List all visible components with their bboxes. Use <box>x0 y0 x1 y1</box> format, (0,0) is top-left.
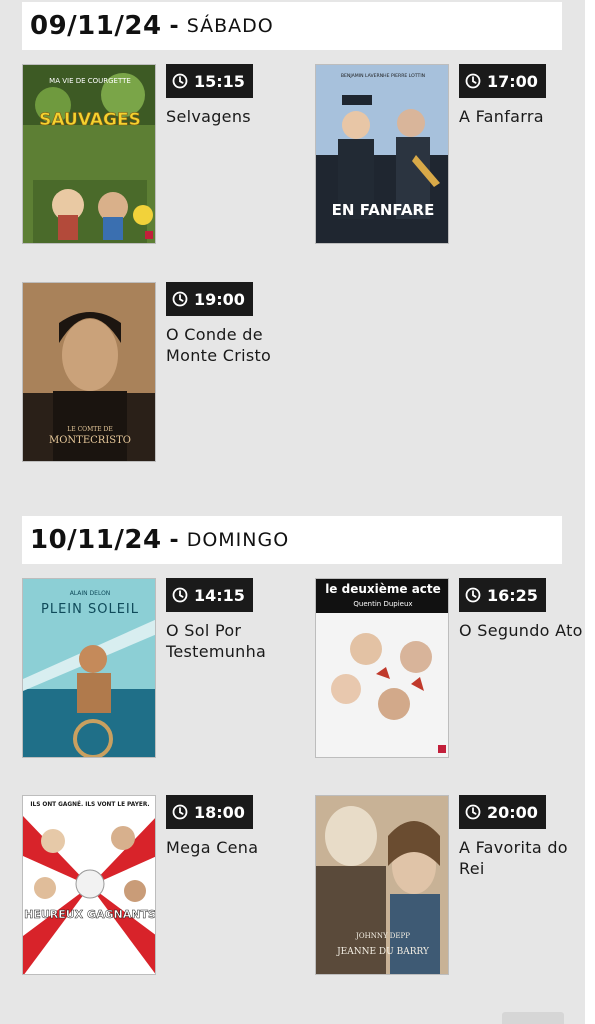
day-separator: - <box>169 13 179 39</box>
movie-title[interactable]: Selvagens <box>166 106 290 127</box>
poster-top-text: Quentin Dupieux <box>353 600 412 608</box>
clock-icon <box>172 587 188 603</box>
showtime-text: 17:00 <box>487 71 538 91</box>
poster-top-text: MA VIE DE COURGETTE <box>49 77 131 85</box>
showtime-text: 15:15 <box>194 71 245 91</box>
movie-card[interactable]: ALAIN DELON PLEIN SOLEIL 14:15 O Sol Por… <box>22 578 292 758</box>
clock-icon <box>465 587 481 603</box>
showtime-text: 18:00 <box>194 802 245 822</box>
movie-poster[interactable]: ILS ONT GAGNÉ. ILS VONT LE PAYER. HEUREU… <box>22 795 156 975</box>
poster-title-text: PLEIN SOLEIL <box>41 602 139 617</box>
movie-card[interactable]: le deuxième acte Quentin Dupieux 16:25 O… <box>315 578 585 758</box>
movie-card[interactable]: JOHNNY DEPP JEANNE DU BARRY 20:00 A Favo… <box>315 795 585 975</box>
day-header-saturday: 09/11/24 - SÁBADO <box>22 2 562 50</box>
showtime-text: 14:15 <box>194 585 245 605</box>
movie-poster[interactable]: JOHNNY DEPP JEANNE DU BARRY <box>315 795 449 975</box>
movie-title[interactable]: A Favorita do Rei <box>459 837 583 879</box>
day-date: 09/11/24 <box>30 11 162 41</box>
movie-card[interactable]: MA VIE DE COURGETTE SAUVAGES 15:15 Selva… <box>22 64 292 244</box>
showtime-badge[interactable]: 17:00 <box>459 64 546 98</box>
clock-icon <box>465 73 481 89</box>
movie-poster[interactable]: ALAIN DELON PLEIN SOLEIL <box>22 578 156 758</box>
poster-top-text: JOHNNY DEPP <box>355 932 410 940</box>
day-date: 10/11/24 <box>30 525 162 555</box>
showtime-text: 20:00 <box>487 802 538 822</box>
scroll-to-top-button[interactable] <box>502 1012 564 1024</box>
day-header-sunday: 10/11/24 - DOMINGO <box>22 516 562 564</box>
poster-title-text: EN FANFARE <box>332 201 435 219</box>
showtime-badge[interactable]: 19:00 <box>166 282 253 316</box>
movie-title[interactable]: O Segundo Ato <box>459 620 583 641</box>
showtime-badge[interactable]: 18:00 <box>166 795 253 829</box>
movie-title[interactable]: O Sol Por Testemunha <box>166 620 290 662</box>
clock-icon <box>172 291 188 307</box>
poster-title-text: le deuxième acte <box>325 582 441 596</box>
movie-title[interactable]: A Fanfarra <box>459 106 583 127</box>
poster-top-text: ILS ONT GAGNÉ. ILS VONT LE PAYER. <box>30 800 149 808</box>
movie-card[interactable]: BENJAMIN LAVERNHE PIERRE LOTTIN EN FANFA… <box>315 64 585 244</box>
poster-title-text: JEANNE DU BARRY <box>336 947 430 957</box>
movie-card[interactable]: ILS ONT GAGNÉ. ILS VONT LE PAYER. HEUREU… <box>22 795 292 975</box>
movie-poster[interactable]: le deuxième acte Quentin Dupieux <box>315 578 449 758</box>
day-separator: - <box>169 527 179 553</box>
poster-title-text: MONTECRISTO <box>49 435 131 446</box>
movie-title[interactable]: Mega Cena <box>166 837 290 858</box>
poster-top-text: LE COMTE DE <box>67 426 112 433</box>
showtime-badge[interactable]: 20:00 <box>459 795 546 829</box>
showtime-badge[interactable]: 16:25 <box>459 578 546 612</box>
clock-icon <box>465 804 481 820</box>
showtime-text: 16:25 <box>487 585 538 605</box>
poster-top-text: ALAIN DELON <box>70 590 111 597</box>
poster-title-text: SAUVAGES <box>39 110 141 130</box>
movie-title[interactable]: O Conde de Monte Cristo <box>166 324 290 366</box>
poster-top-text: BENJAMIN LAVERNHE PIERRE LOTTIN <box>341 73 425 79</box>
movie-card[interactable]: LE COMTE DE MONTECRISTO 19:00 O Conde de… <box>22 282 292 462</box>
movie-poster[interactable]: LE COMTE DE MONTECRISTO <box>22 282 156 462</box>
clock-icon <box>172 804 188 820</box>
movie-poster[interactable]: BENJAMIN LAVERNHE PIERRE LOTTIN EN FANFA… <box>315 64 449 244</box>
program-page: 09/11/24 - SÁBADO MA VIE DE COURGETTE SA… <box>0 0 585 1024</box>
showtime-badge[interactable]: 15:15 <box>166 64 253 98</box>
day-weekday: DOMINGO <box>186 529 290 551</box>
movie-poster[interactable]: MA VIE DE COURGETTE SAUVAGES <box>22 64 156 244</box>
showtime-badge[interactable]: 14:15 <box>166 578 253 612</box>
clock-icon <box>172 73 188 89</box>
day-weekday: SÁBADO <box>186 15 274 37</box>
poster-title-text: HEUREUX GAGNANTS <box>24 908 156 921</box>
showtime-text: 19:00 <box>194 289 245 309</box>
